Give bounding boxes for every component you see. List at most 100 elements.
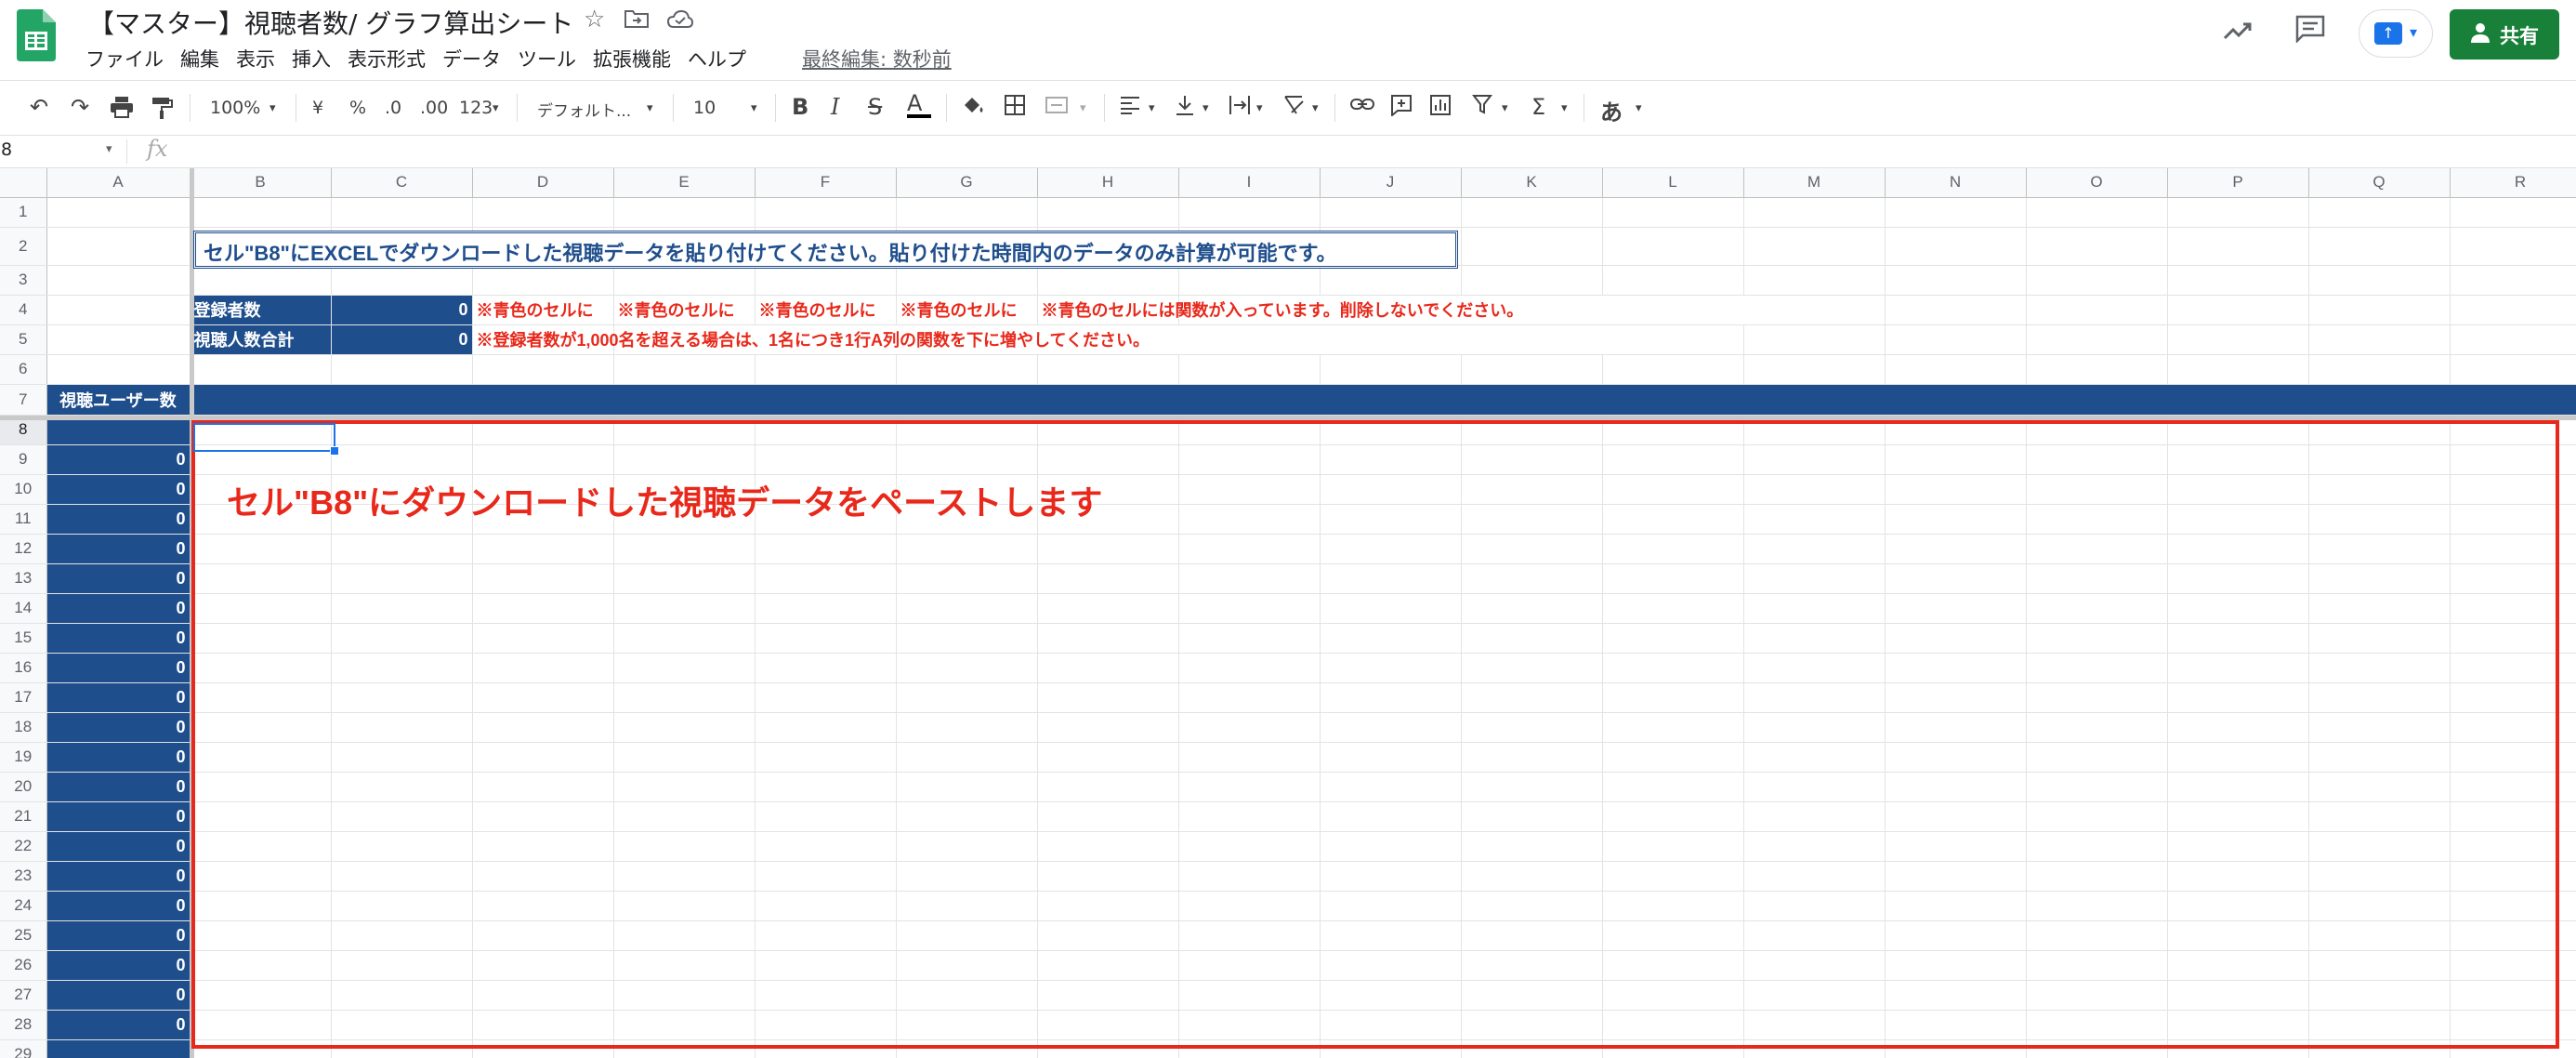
more-formats-button[interactable]: 123 — [459, 98, 493, 118]
paint-format-icon[interactable] — [151, 96, 173, 126]
comments-icon[interactable] — [2295, 15, 2325, 50]
cell-a9[interactable]: 0 — [46, 444, 191, 475]
cell-m3[interactable] — [1743, 265, 1886, 296]
cell-g7[interactable] — [896, 384, 1038, 416]
chevron-down-icon[interactable]: ▾ — [106, 142, 112, 156]
column-header-o[interactable]: O — [2026, 168, 2168, 198]
font-select[interactable]: デフォルト... — [537, 98, 631, 121]
cell-p6[interactable] — [2167, 354, 2309, 385]
cell-a14[interactable]: 0 — [46, 593, 191, 624]
menu-format[interactable]: 表示形式 — [348, 45, 435, 73]
cell-p5[interactable] — [2167, 324, 2309, 355]
insert-link-icon[interactable] — [1349, 94, 1375, 120]
cell-e4[interactable]: ※青色のセルに — [613, 295, 756, 325]
column-header-l[interactable]: L — [1602, 168, 1744, 198]
cell-a21[interactable]: 0 — [46, 801, 191, 832]
cell-j7[interactable] — [1320, 384, 1462, 416]
cell-p1[interactable] — [2167, 197, 2309, 228]
cell-r7[interactable] — [2450, 384, 2576, 416]
cell-a15[interactable]: 0 — [46, 623, 191, 654]
cell-a24[interactable]: 0 — [46, 891, 191, 921]
cell-b6[interactable] — [190, 354, 332, 385]
cell-a4[interactable] — [46, 295, 191, 325]
row-header-4[interactable]: 4 — [0, 295, 47, 325]
cell-q4[interactable] — [2308, 295, 2451, 325]
column-header-c[interactable]: C — [331, 168, 473, 198]
vertical-align-icon[interactable] — [1175, 94, 1195, 122]
chevron-down-icon[interactable]: ▾ — [1561, 101, 1568, 115]
fill-color-icon[interactable] — [961, 94, 985, 122]
menu-data[interactable]: データ — [442, 45, 510, 73]
column-header-g[interactable]: G — [896, 168, 1038, 198]
cell-n5[interactable] — [1885, 324, 2027, 355]
cell-p2[interactable] — [2167, 227, 2309, 266]
cell-k6[interactable] — [1461, 354, 1603, 385]
column-header-q[interactable]: Q — [2308, 168, 2451, 198]
cell-q3[interactable] — [2308, 265, 2451, 296]
cell-a27[interactable]: 0 — [46, 980, 191, 1011]
row-header-5[interactable]: 5 — [0, 324, 47, 355]
cell-p4[interactable] — [2167, 295, 2309, 325]
cell-d7[interactable] — [472, 384, 614, 416]
cell-g6[interactable] — [896, 354, 1038, 385]
font-size-select[interactable]: 10 — [693, 98, 716, 118]
filter-icon[interactable] — [1471, 94, 1493, 120]
borders-icon[interactable] — [1004, 94, 1026, 122]
cell-a10[interactable]: 0 — [46, 474, 191, 505]
cell-d5[interactable]: ※登録者数が1,000名を超える場合は、1名につき1行A列の関数を下に増やしてく… — [472, 324, 1150, 355]
row-header-6[interactable]: 6 — [0, 354, 47, 385]
cell-k3[interactable] — [1461, 265, 1603, 296]
strikethrough-icon[interactable]: S — [868, 94, 882, 120]
chevron-down-icon[interactable]: ▾ — [1312, 101, 1319, 115]
column-header-r[interactable]: R — [2450, 168, 2576, 198]
cell-g3[interactable] — [896, 265, 1038, 296]
cell-e7[interactable] — [613, 384, 756, 416]
name-box[interactable]: B8 — [0, 139, 12, 160]
cell-r1[interactable] — [2450, 197, 2576, 228]
present-button[interactable]: ↑ ▾ — [2359, 9, 2433, 58]
cell-h3[interactable] — [1037, 265, 1179, 296]
row-header-19[interactable]: 19 — [0, 742, 47, 773]
column-header-f[interactable]: F — [755, 168, 897, 198]
insert-comment-icon[interactable] — [1390, 94, 1413, 122]
row-header-24[interactable]: 24 — [0, 891, 47, 921]
document-title[interactable]: 【マスター】視聴者数/ グラフ算出シート — [88, 4, 573, 41]
currency-format-button[interactable]: ¥ — [312, 98, 323, 118]
cell-a23[interactable]: 0 — [46, 861, 191, 892]
cell-m6[interactable] — [1743, 354, 1886, 385]
cell-o4[interactable] — [2026, 295, 2168, 325]
chevron-down-icon[interactable]: ▾ — [493, 101, 499, 115]
bold-icon[interactable]: B — [792, 94, 808, 120]
cell-m2[interactable] — [1743, 227, 1886, 266]
fill-handle[interactable] — [330, 446, 339, 456]
cell-k5[interactable] — [1461, 324, 1602, 355]
cell-i6[interactable] — [1178, 354, 1321, 385]
cell-o7[interactable] — [2026, 384, 2168, 416]
cell-m5[interactable] — [1743, 324, 1886, 355]
cell-e1[interactable] — [613, 197, 756, 228]
cell-l7[interactable] — [1602, 384, 1744, 416]
row-header-3[interactable]: 3 — [0, 265, 47, 296]
text-rotate-icon[interactable] — [1282, 94, 1307, 122]
cell-d4[interactable]: ※青色のセルに — [472, 295, 614, 325]
menu-view[interactable]: 表示 — [236, 45, 284, 73]
cell-g4[interactable]: ※青色のセルに — [896, 295, 1038, 325]
cell-a19[interactable]: 0 — [46, 742, 191, 773]
cell-k2[interactable] — [1461, 227, 1603, 266]
cell-q2[interactable] — [2308, 227, 2451, 266]
cell-b1[interactable] — [190, 197, 332, 228]
row-header-29[interactable]: 29 — [0, 1039, 47, 1058]
cell-a5[interactable] — [46, 324, 191, 355]
row-header-26[interactable]: 26 — [0, 950, 47, 981]
cell-l1[interactable] — [1602, 197, 1744, 228]
cell-a29[interactable] — [46, 1039, 191, 1058]
cell-k1[interactable] — [1461, 197, 1603, 228]
cell-o6[interactable] — [2026, 354, 2168, 385]
cell-m7[interactable] — [1743, 384, 1886, 416]
cell-p7[interactable] — [2167, 384, 2309, 416]
chevron-down-icon[interactable]: ▾ — [1636, 101, 1642, 115]
cell-a20[interactable]: 0 — [46, 772, 191, 802]
menu-insert[interactable]: 挿入 — [292, 45, 340, 73]
merge-cells-icon[interactable] — [1045, 94, 1069, 122]
column-header-m[interactable]: M — [1743, 168, 1886, 198]
